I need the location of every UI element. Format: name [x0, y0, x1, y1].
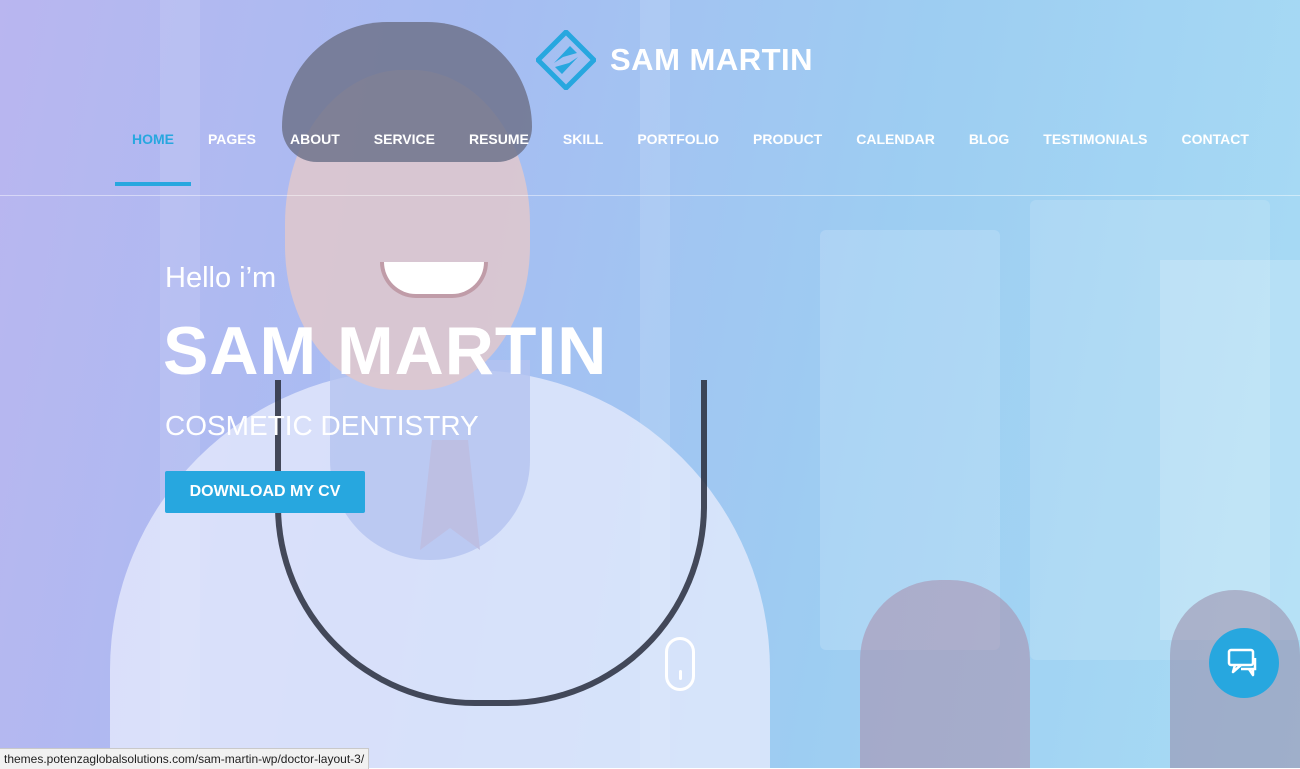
diamond-logo-icon [536, 30, 596, 90]
nav-product[interactable]: PRODUCT [736, 122, 839, 186]
hero-name: SAM MARTIN [163, 313, 608, 389]
nav-home[interactable]: HOME [115, 122, 191, 186]
nav-divider [0, 195, 1300, 196]
status-bar-url: themes.potenzaglobalsolutions.com/sam-ma… [0, 748, 370, 769]
background-person [860, 580, 1030, 768]
nav-calendar[interactable]: CALENDAR [839, 122, 952, 186]
nav-testimonials[interactable]: TESTIMONIALS [1026, 122, 1164, 186]
hero-title: COSMETIC DENTISTRY [165, 410, 479, 441]
nav-about[interactable]: ABOUT [273, 122, 357, 186]
download-cv-button[interactable]: DOWNLOAD MY CV [165, 471, 365, 513]
mouse-wheel [678, 670, 682, 680]
chat-button[interactable] [1209, 628, 1279, 698]
background-window [1160, 260, 1300, 640]
nav-resume[interactable]: RESUME [452, 122, 546, 186]
site-logo[interactable]: SAM MARTIN [536, 30, 813, 90]
site-name: SAM MARTIN [610, 42, 814, 77]
nav-service[interactable]: SERVICE [357, 122, 452, 186]
chat-bubbles-icon [1227, 648, 1257, 677]
nav-pages[interactable]: PAGES [191, 122, 273, 186]
scroll-down-mouse-icon[interactable] [665, 637, 695, 691]
nav-contact[interactable]: CONTACT [1165, 122, 1266, 186]
hero-greeting: Hello i’m [165, 262, 277, 294]
main-navigation: HOME PAGES ABOUT SERVICE RESUME SKILL PO… [115, 122, 1266, 186]
nav-blog[interactable]: BLOG [952, 122, 1026, 186]
nav-skill[interactable]: SKILL [546, 122, 620, 186]
nav-portfolio[interactable]: PORTFOLIO [620, 122, 736, 186]
